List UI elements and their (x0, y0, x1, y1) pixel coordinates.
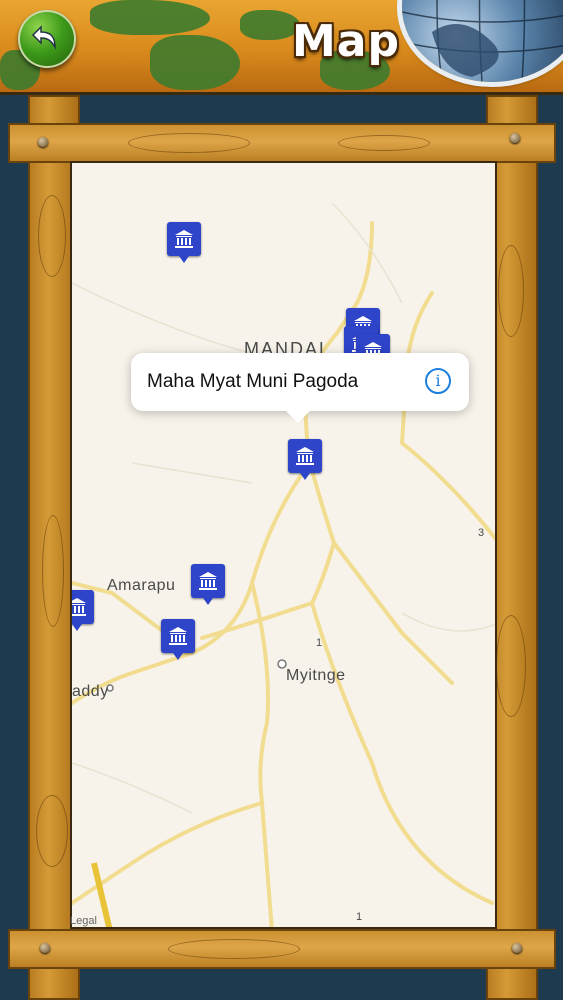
pin-callout[interactable]: Maha Myat Muni Pagoda i (131, 353, 469, 423)
header-bar: Map (0, 0, 563, 95)
landmark-pin[interactable] (161, 619, 195, 660)
place-label-paddy: addy (72, 683, 109, 700)
wood-grain (496, 615, 526, 717)
nail-icon (510, 133, 520, 143)
callout-title: Maha Myat Muni Pagoda (147, 371, 359, 392)
wood-grain (338, 135, 430, 151)
frame-plank-bottom (8, 929, 556, 969)
map-roads (72, 202, 495, 927)
map-background-decoration (90, 0, 210, 35)
nail-icon (38, 137, 48, 147)
road-number: 1 (316, 637, 323, 649)
wood-grain (38, 195, 66, 277)
landmark-pin[interactable] (72, 590, 94, 631)
road-number: 1 (356, 911, 363, 923)
road-number: 3 (478, 527, 485, 539)
back-arrow-icon (31, 25, 56, 50)
map-background-decoration (150, 35, 240, 90)
museum-icon (296, 447, 314, 465)
wood-grain (498, 245, 524, 337)
map-background-decoration (240, 10, 300, 40)
nail-icon (512, 943, 522, 953)
museum-icon (169, 627, 187, 645)
landmark-pin[interactable] (191, 564, 225, 605)
info-button[interactable]: i (425, 368, 451, 394)
museum-icon (175, 230, 193, 248)
landmark-pin-selected[interactable] (288, 439, 322, 480)
place-label-myitnge: Myitnge (286, 667, 346, 684)
nail-icon (40, 943, 50, 953)
wood-grain (128, 133, 250, 153)
place-label-amarapura: Amarapu (107, 577, 176, 594)
frame-plank-top (8, 123, 556, 163)
page-title: Map (292, 16, 400, 67)
globe-icon (402, 0, 563, 82)
wood-grain (168, 939, 300, 959)
museum-icon (72, 598, 86, 616)
wood-grain (42, 515, 64, 627)
museum-icon (199, 572, 217, 590)
map-view[interactable]: MANDAL Amarapu Myitnge addy 3 1 1 (70, 161, 497, 929)
legal-link[interactable]: Legal (70, 915, 97, 927)
landmark-pin[interactable] (167, 222, 201, 263)
back-button[interactable] (18, 10, 76, 68)
wood-grain (36, 795, 68, 867)
